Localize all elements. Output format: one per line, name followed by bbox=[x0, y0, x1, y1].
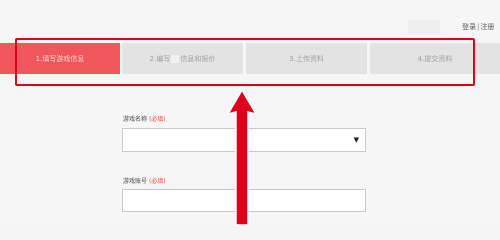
auth-links: 登录 | 注册 bbox=[462, 22, 494, 32]
game-account-label: 游戏账号 (必填) bbox=[123, 176, 166, 185]
annotation-arrow-icon bbox=[226, 90, 258, 225]
top-placeholder-block bbox=[408, 20, 440, 34]
login-link[interactable]: 登录 bbox=[462, 22, 476, 32]
page: 登录 | 注册 1.填写游戏信息 2.编写 信息和报价 3.上传资料 4.提交资料… bbox=[0, 0, 500, 225]
game-account-label-text: 游戏账号 bbox=[123, 178, 148, 185]
game-name-required-tag: (必填) bbox=[148, 116, 166, 123]
register-link[interactable]: 注册 bbox=[480, 22, 494, 32]
chevron-down-icon: ▼ bbox=[353, 136, 359, 144]
game-account-required-tag: (必填) bbox=[148, 178, 166, 185]
game-name-label: 游戏名称 (必填) bbox=[123, 114, 166, 123]
game-name-label-text: 游戏名称 bbox=[123, 116, 148, 123]
annotation-highlight-box bbox=[15, 38, 475, 86]
auth-separator: | bbox=[477, 23, 480, 31]
